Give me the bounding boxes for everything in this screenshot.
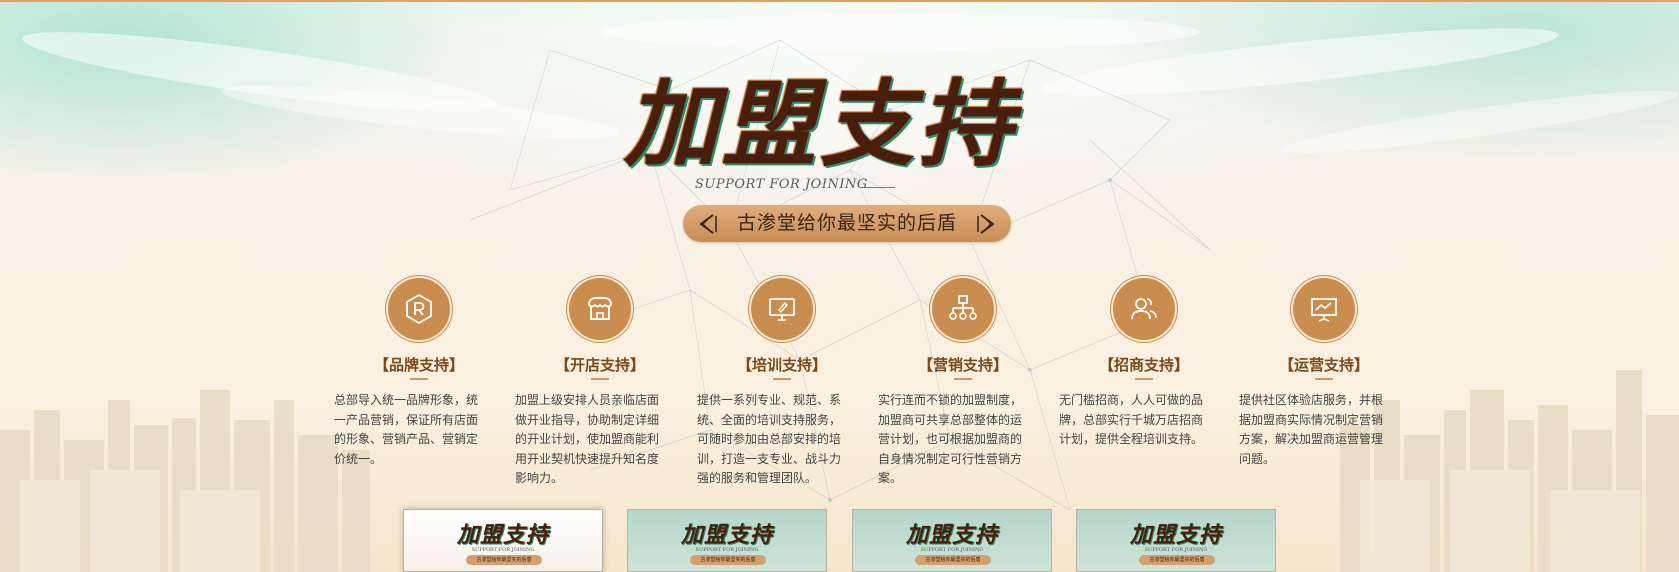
feature-icon-badge: [751, 278, 813, 340]
feature-description: 实行连而不锁的加盟制度，加盟商可共享总部整体的运营计划，也可根据加盟商的自身情况…: [878, 393, 1023, 485]
feature-icon-badge: [932, 278, 994, 340]
thumbnail-slogan-pill: 古渗堂给你最坚实的后盾: [466, 555, 542, 565]
section-header: 加盟支持 SUPPORT FOR JOINING: [595, 55, 1045, 215]
feature-icon-badge: [1293, 278, 1355, 340]
feature-title-underline: [773, 378, 791, 380]
feature-title-underline: [1315, 378, 1333, 380]
right-ornament-icon: [977, 214, 995, 234]
slide-thumbnail-1[interactable]: 加盟支持 SUPPORT FOR JOINING 古渗堂给你最坚实的后盾: [403, 509, 603, 572]
users-icon: [1131, 298, 1157, 320]
feature-title-underline: [1135, 378, 1153, 380]
feature-icon-badge: [388, 278, 450, 340]
page-subtitle-en: SUPPORT FOR JOINING: [695, 177, 868, 192]
org-chart-icon: [949, 295, 977, 320]
slogan-text: 古渗堂给你最坚实的后盾: [736, 212, 957, 234]
feature-description: 提供社区体验店服务，并根据加盟商实际情况制定营销方案，解决加盟商运营管理问题。: [1239, 393, 1384, 466]
feature-icon-badge: [569, 278, 631, 340]
feature-title-underline: [591, 378, 609, 380]
slogan-banner: 古渗堂给你最坚实的后盾: [683, 205, 1011, 242]
monitor-training-icon: [769, 298, 795, 321]
slide-thumbnail-2[interactable]: 加盟支持 SUPPORT FOR JOINING 古渗堂给你最坚实的后盾: [627, 509, 827, 572]
feature-title-underline: [410, 378, 428, 380]
thumbnail-subtitle: SUPPORT FOR JOINING: [920, 547, 984, 553]
feature-description: 加盟上级安排人员亲临店面做开业指导，协助制定详细的开业计划，使加盟商能利用开业契…: [515, 393, 660, 485]
registered-trademark-icon: [406, 293, 432, 325]
left-ornament-icon: [699, 214, 717, 234]
feature-title: 【培训支持】: [736, 356, 827, 374]
feature-icon-badge: [1113, 278, 1175, 340]
thumbnail-title: 加盟支持: [905, 522, 998, 548]
thumbnail-title: 加盟支持: [680, 522, 773, 548]
presentation-board-icon: [1311, 298, 1337, 322]
feature-title: 【品牌支持】: [373, 356, 464, 374]
thumbnail-slogan: 古渗堂给你最坚实的后盾: [1149, 557, 1205, 563]
thumbnail-subtitle: SUPPORT FOR JOINING: [695, 547, 759, 553]
thumbnail-title: 加盟支持: [456, 522, 549, 548]
thumbnail-slogan: 古渗堂给你最坚实的后盾: [476, 557, 532, 563]
feature-title: 【开店支持】: [554, 356, 645, 374]
thumbnail-subtitle: SUPPORT FOR JOINING: [471, 547, 535, 553]
feature-description: 总部导入统一品牌形象，统一产品营销，保证所有店面的形象、营销产品、营销定价统一。: [334, 393, 479, 466]
slide-thumbnail-4[interactable]: 加盟支持 SUPPORT FOR JOINING 古渗堂给你最坚实的后盾: [1076, 509, 1276, 572]
thumbnail-slogan-pill: 古渗堂给你最坚实的后盾: [915, 555, 991, 565]
storefront-icon: [588, 297, 612, 320]
subtitle-divider: [863, 187, 895, 188]
page-title: 加盟支持: [623, 70, 1016, 180]
feature-title: 【营销支持】: [917, 356, 1008, 374]
thumbnail-slogan: 古渗堂给你最坚实的后盾: [700, 557, 756, 563]
thumbnail-slogan: 古渗堂给你最坚实的后盾: [925, 557, 981, 563]
thumbnail-subtitle: SUPPORT FOR JOINING: [1144, 547, 1208, 553]
feature-description: 提供一系列专业、规范、系统、全面的培训支持服务，可随时参加由总部安排的培训，打造…: [697, 393, 842, 485]
thumbnail-slogan-pill: 古渗堂给你最坚实的后盾: [690, 555, 766, 565]
feature-title-underline: [954, 378, 972, 380]
feature-description: 无门槛招商，人人可做的品牌，总部实行千城万店招商计划，提供全程培训支持。: [1059, 393, 1204, 446]
thumbnail-slogan-pill: 古渗堂给你最坚实的后盾: [1139, 555, 1215, 565]
feature-title: 【招商支持】: [1098, 356, 1189, 374]
thumbnail-title: 加盟支持: [1129, 522, 1222, 548]
feature-title: 【运营支持】: [1278, 356, 1369, 374]
slide-thumbnail-3[interactable]: 加盟支持 SUPPORT FOR JOINING 古渗堂给你最坚实的后盾: [852, 509, 1052, 572]
